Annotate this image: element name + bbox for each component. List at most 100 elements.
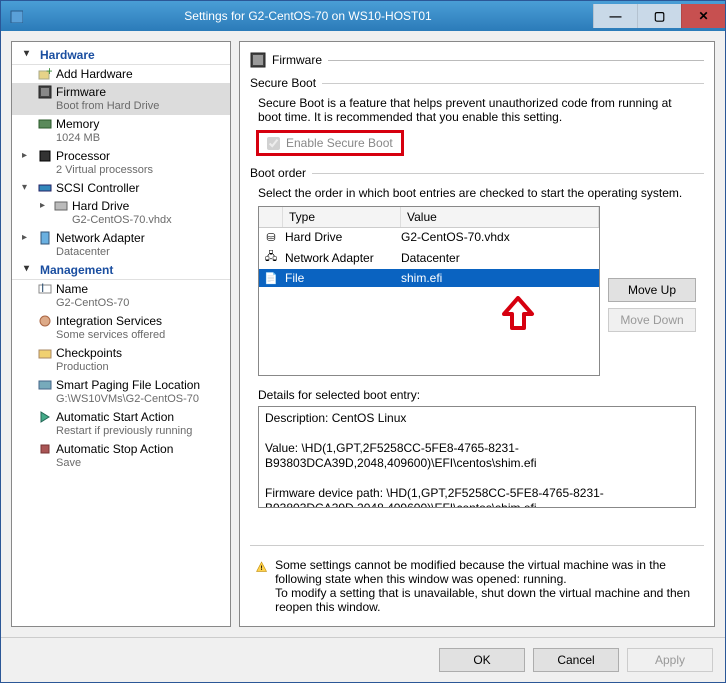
sidebar-item-label: Memory — [56, 117, 99, 131]
sidebar-item-sub: Some services offered — [56, 328, 226, 342]
sidebar-item-sub: Production — [56, 360, 226, 374]
firmware-icon — [38, 85, 52, 99]
sidebar-item-label: Firmware — [56, 85, 106, 99]
sidebar-item-hard-drive[interactable]: ▸ Hard Drive G2-CentOS-70.vhdx — [12, 197, 230, 229]
col-value: Value — [401, 207, 599, 227]
autostop-icon — [38, 442, 52, 456]
enable-secure-boot-label: Enable Secure Boot — [286, 136, 393, 150]
sidebar-item-sub: Save — [56, 456, 226, 470]
sidebar-item-autostart[interactable]: Automatic Start Action Restart if previo… — [12, 408, 230, 440]
close-button[interactable]: ✕ — [681, 4, 725, 28]
category-hardware[interactable]: Hardware — [12, 46, 230, 65]
network-icon: 🖧 — [259, 248, 283, 267]
expand-icon[interactable]: ▸ — [22, 149, 27, 163]
firmware-panel: Firmware Secure Boot Secure Boot is a fe… — [239, 41, 715, 627]
sidebar-item-scsi[interactable]: ▾ SCSI Controller — [12, 179, 230, 197]
boot-row-network[interactable]: 🖧 Network Adapter Datacenter — [259, 246, 599, 269]
warning-line2: To modify a setting that is unavailable,… — [275, 586, 698, 614]
collapse-icon[interactable]: ▾ — [22, 181, 27, 195]
sidebar-item-label: Processor — [56, 149, 110, 163]
sidebar-item-sub: 1024 MB — [56, 131, 226, 145]
col-type: Type — [283, 207, 401, 227]
enable-secure-boot-checkbox — [267, 137, 280, 150]
svg-text:I: I — [41, 282, 44, 295]
enable-secure-boot-highlight: Enable Secure Boot — [256, 130, 404, 156]
boot-row-value: shim.efi — [401, 271, 599, 285]
sidebar-item-paging[interactable]: Smart Paging File Location G:\WS10VMs\G2… — [12, 376, 230, 408]
secure-boot-description: Secure Boot is a feature that helps prev… — [250, 96, 704, 130]
checkpoints-icon — [38, 346, 52, 360]
sidebar-item-sub: G2-CentOS-70 — [56, 296, 226, 310]
memory-icon — [38, 117, 52, 131]
sidebar-item-label: Checkpoints — [56, 346, 122, 360]
boot-row-value: Datacenter — [401, 251, 599, 265]
boot-row-value: G2-CentOS-70.vhdx — [401, 230, 599, 244]
app-icon — [9, 9, 23, 23]
boot-order-label: Boot order — [250, 166, 306, 180]
sidebar-item-checkpoints[interactable]: Checkpoints Production — [12, 344, 230, 376]
secure-boot-label: Secure Boot — [250, 76, 316, 90]
network-icon — [38, 231, 52, 245]
expand-icon[interactable]: ▸ — [22, 231, 27, 245]
sidebar-item-label: Automatic Start Action — [56, 410, 174, 424]
add-hardware-icon: + — [38, 67, 52, 81]
file-icon: 📄 — [259, 272, 283, 285]
sidebar-item-label: Smart Paging File Location — [56, 378, 200, 392]
boot-row-type: Hard Drive — [283, 230, 401, 244]
firmware-icon — [250, 52, 266, 68]
apply-button: Apply — [627, 648, 713, 672]
name-icon: I — [38, 282, 52, 296]
boot-order-table[interactable]: Type Value ⛁ Hard Drive G2-CentOS-70.vhd… — [258, 206, 600, 376]
boot-row-type: Network Adapter — [283, 251, 401, 265]
settings-tree: Hardware + Add Hardware Firmware Boot fr… — [11, 41, 231, 627]
sidebar-item-sub: G:\WS10VMs\G2-CentOS-70 — [56, 392, 226, 406]
move-up-button[interactable]: Move Up — [608, 278, 696, 302]
sidebar-item-processor[interactable]: ▸ Processor 2 Virtual processors — [12, 147, 230, 179]
warning-message: ! Some settings cannot be modified becau… — [250, 552, 704, 620]
sidebar-item-autostop[interactable]: Automatic Stop Action Save — [12, 440, 230, 472]
cancel-button[interactable]: Cancel — [533, 648, 619, 672]
autostart-icon — [38, 410, 52, 424]
sidebar-item-network[interactable]: ▸ Network Adapter Datacenter — [12, 229, 230, 261]
detail-description: Description: CentOS Linux — [265, 411, 689, 426]
sidebar-item-sub: G2-CentOS-70.vhdx — [72, 213, 226, 227]
ok-button[interactable]: OK — [439, 648, 525, 672]
hard-drive-icon — [54, 199, 68, 213]
processor-icon — [38, 149, 52, 163]
boot-order-description: Select the order in which boot entries a… — [258, 186, 696, 206]
sidebar-item-integration[interactable]: Integration Services Some services offer… — [12, 312, 230, 344]
minimize-button[interactable]: — — [593, 4, 637, 28]
sidebar-item-label: Hard Drive — [72, 199, 129, 213]
sidebar-item-firmware[interactable]: Firmware Boot from Hard Drive — [12, 83, 230, 115]
hard-drive-icon: ⛁ — [259, 231, 283, 244]
boot-row-hard-drive[interactable]: ⛁ Hard Drive G2-CentOS-70.vhdx — [259, 228, 599, 246]
sidebar-item-label: Network Adapter — [56, 231, 145, 245]
sidebar-item-sub: Restart if previously running — [56, 424, 226, 438]
sidebar-item-label: Automatic Stop Action — [56, 442, 173, 456]
sidebar-item-label: Add Hardware — [56, 67, 133, 81]
sidebar-item-sub: 2 Virtual processors — [56, 163, 226, 177]
paging-icon — [38, 378, 52, 392]
details-label: Details for selected boot entry: — [258, 388, 696, 402]
sidebar-item-label: Integration Services — [56, 314, 162, 328]
sidebar-item-sub: Boot from Hard Drive — [56, 99, 226, 113]
titlebar: Settings for G2-CentOS-70 on WS10-HOST01… — [1, 1, 725, 31]
warning-line1: Some settings cannot be modified because… — [275, 558, 698, 586]
sidebar-item-memory[interactable]: Memory 1024 MB — [12, 115, 230, 147]
expand-icon[interactable]: ▸ — [40, 199, 45, 213]
integration-icon — [38, 314, 52, 328]
sidebar-item-add-hardware[interactable]: + Add Hardware — [12, 65, 230, 83]
boot-entry-details[interactable]: Description: CentOS Linux Value: \HD(1,G… — [258, 406, 696, 508]
boot-row-type: File — [283, 271, 401, 285]
detail-firmware-path: Firmware device path: \HD(1,GPT,2F5258CC… — [265, 486, 689, 508]
sidebar-item-label: Name — [56, 282, 88, 296]
detail-value: Value: \HD(1,GPT,2F5258CC-5FE8-4765-8231… — [265, 441, 689, 471]
maximize-button[interactable]: ▢ — [637, 4, 681, 28]
move-down-button: Move Down — [608, 308, 696, 332]
sidebar-item-name[interactable]: I Name G2-CentOS-70 — [12, 280, 230, 312]
panel-heading: Firmware — [272, 53, 322, 67]
svg-text:!: ! — [260, 565, 262, 572]
category-management[interactable]: Management — [12, 261, 230, 280]
svg-text:+: + — [46, 67, 52, 78]
boot-row-file[interactable]: 📄 File shim.efi — [259, 269, 599, 287]
